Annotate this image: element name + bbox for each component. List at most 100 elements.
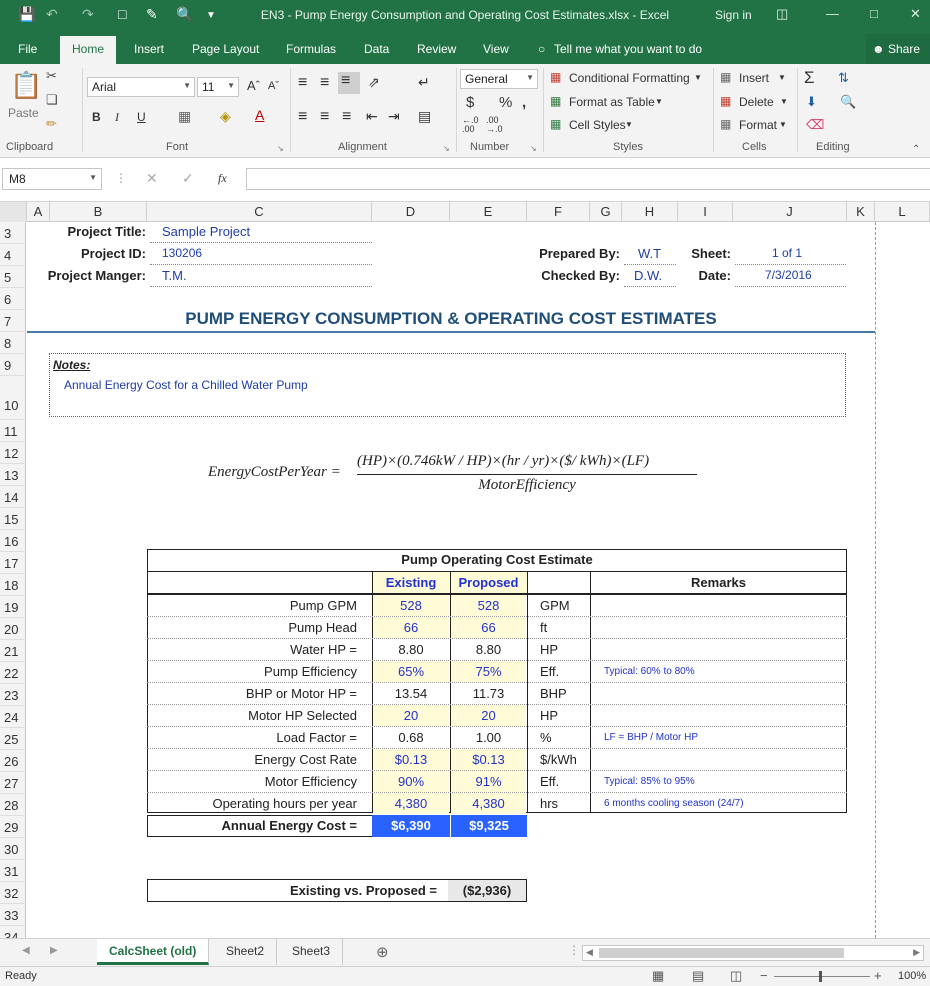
clear-icon[interactable]: ⌫ [806,117,824,133]
bottom-align-icon[interactable]: ≡ [338,72,360,94]
top-align-icon[interactable]: ≡ [298,74,307,92]
tab-file[interactable]: File [18,42,37,56]
zoom-level[interactable]: 100% [898,970,926,982]
existing-value[interactable]: 528 [373,595,449,616]
copy-icon[interactable]: ❏ [46,92,58,108]
bold-button[interactable]: B [92,110,101,124]
tell-me-search[interactable]: Tell me what you want to do [554,42,702,56]
paste-icon[interactable]: 📋 [10,70,42,101]
maximize-icon[interactable]: □ [870,6,878,21]
minimize-icon[interactable]: — [826,6,839,21]
italic-button[interactable]: I [115,110,119,125]
wrap-text-icon[interactable]: ↵ [418,74,430,91]
font-name-select[interactable]: Arial ▼ [87,77,195,97]
sort-filter-icon[interactable]: ⇅ [838,70,849,86]
ribbon-display-icon[interactable]: ◫ [776,6,788,22]
proposed-value[interactable]: $0.13 [451,749,526,770]
fill-color-icon[interactable]: ◈ [220,108,231,125]
normal-view-icon[interactable]: ▦ [652,968,664,984]
decrease-decimal-icon[interactable]: .00 →.0 [486,116,503,134]
number-format-select[interactable]: General ▼ [460,69,538,89]
proposed-value[interactable]: 4,380 [451,793,526,814]
currency-button[interactable]: $ [466,94,474,111]
comparison-value[interactable]: ($2,936) [448,880,526,901]
paste-button[interactable]: Paste [8,106,39,120]
insert-function-button[interactable]: fx [218,171,227,186]
autosum-icon[interactable]: Σ [804,68,815,88]
increase-indent-icon[interactable]: ⇥ [388,108,400,125]
format-cells-button[interactable]: Format [739,118,777,132]
zoom-out-icon[interactable]: − [760,968,768,983]
underline-button[interactable]: U [137,110,146,124]
fill-icon[interactable]: ⬇ [806,94,817,110]
existing-value[interactable]: 90% [373,771,449,792]
font-dialog-launcher-icon[interactable]: ↘ [277,144,284,153]
tab-formulas[interactable]: Formulas [286,42,336,56]
existing-value[interactable]: $0.13 [373,749,449,770]
cut-icon[interactable]: ✂ [46,68,57,84]
format-as-table-button[interactable]: Format as Table [569,95,655,109]
sheet-tab-sheet3[interactable]: Sheet3 [280,939,344,965]
decrease-indent-icon[interactable]: ⇤ [366,108,378,125]
orientation-icon[interactable]: ⇗ [368,74,380,91]
horizontal-scrollbar[interactable]: ◀ ▶ [582,945,924,961]
tab-data[interactable]: Data [364,42,389,56]
align-center-icon[interactable]: ≡ [320,108,329,126]
sheet-tab-calcsheet[interactable]: CalcSheet (old) [97,939,210,965]
zoom-slider[interactable] [774,971,870,982]
chevron-down-icon[interactable]: ▼ [780,97,788,106]
scrollbar-thumb[interactable] [599,948,844,958]
font-size-select[interactable]: 11 ▼ [197,77,239,97]
page-layout-view-icon[interactable]: ▤ [692,968,704,984]
borders-icon[interactable]: ▦ [178,108,191,125]
sheet-tab-sheet2[interactable]: Sheet2 [214,939,278,965]
existing-value[interactable]: 4,380 [373,793,449,814]
scroll-tabs-left-icon[interactable]: ◀ [22,945,30,956]
increase-decimal-icon[interactable]: ←.0.00 [462,116,479,134]
formula-input[interactable] [246,168,930,190]
chevron-down-icon[interactable]: ▼ [694,73,702,82]
worksheet-grid[interactable]: A B C D E F G H I J K L 3 4 5 6 7 8 9 10 11 12 13 1… [0,202,930,938]
proposed-value[interactable]: 20 [451,705,526,726]
align-left-icon[interactable]: ≡ [298,108,307,126]
scroll-tabs-right-icon[interactable]: ▶ [50,945,58,956]
format-painter-icon[interactable]: ✏ [46,116,57,132]
find-select-icon[interactable]: 🔍 [840,94,856,110]
conditional-formatting-button[interactable]: Conditional Formatting [569,71,690,85]
align-right-icon[interactable]: ≡ [342,108,351,126]
percent-button[interactable]: % [499,94,512,111]
zoom-in-icon[interactable]: + [874,968,882,983]
total-existing[interactable]: $6,390 [372,815,450,837]
sign-in-link[interactable]: Sign in [715,8,752,22]
scroll-right-icon[interactable]: ▶ [913,947,920,958]
cell-styles-button[interactable]: Cell Styles [569,118,626,132]
total-proposed[interactable]: $9,325 [450,815,527,837]
alignment-dialog-launcher-icon[interactable]: ↘ [443,144,450,153]
tab-page-layout[interactable]: Page Layout [192,42,259,56]
font-color-icon[interactable]: A [255,107,264,123]
tab-view[interactable]: View [483,42,509,56]
collapse-ribbon-icon[interactable]: ⌃ [912,144,920,155]
proposed-value[interactable]: 75% [451,661,526,682]
tab-home[interactable]: Home [60,36,117,64]
cancel-icon[interactable]: ✕ [146,170,158,187]
delete-cells-button[interactable]: Delete [739,95,774,109]
proposed-value[interactable]: 528 [451,595,526,616]
comma-button[interactable]: , [522,94,526,111]
proposed-value[interactable]: 66 [451,617,526,638]
proposed-value[interactable]: 91% [451,771,526,792]
chevron-down-icon[interactable]: ▼ [625,120,633,129]
shrink-font-icon[interactable]: Aˇ [268,80,279,92]
page-break-view-icon[interactable]: ◫ [730,968,742,984]
share-button[interactable]: ☻ Share [866,34,930,64]
enter-icon[interactable]: ✓ [182,170,194,187]
existing-value[interactable]: 20 [373,705,449,726]
chevron-down-icon[interactable]: ▼ [89,173,97,182]
grow-font-icon[interactable]: Aˆ [247,78,260,93]
merge-center-icon[interactable]: ▤ [418,108,431,125]
name-box[interactable]: M8 ▼ [2,168,102,190]
tab-insert[interactable]: Insert [134,42,164,56]
chevron-down-icon[interactable]: ▼ [778,73,786,82]
add-sheet-icon[interactable]: ⊕ [376,943,389,961]
number-dialog-launcher-icon[interactable]: ↘ [530,144,537,153]
